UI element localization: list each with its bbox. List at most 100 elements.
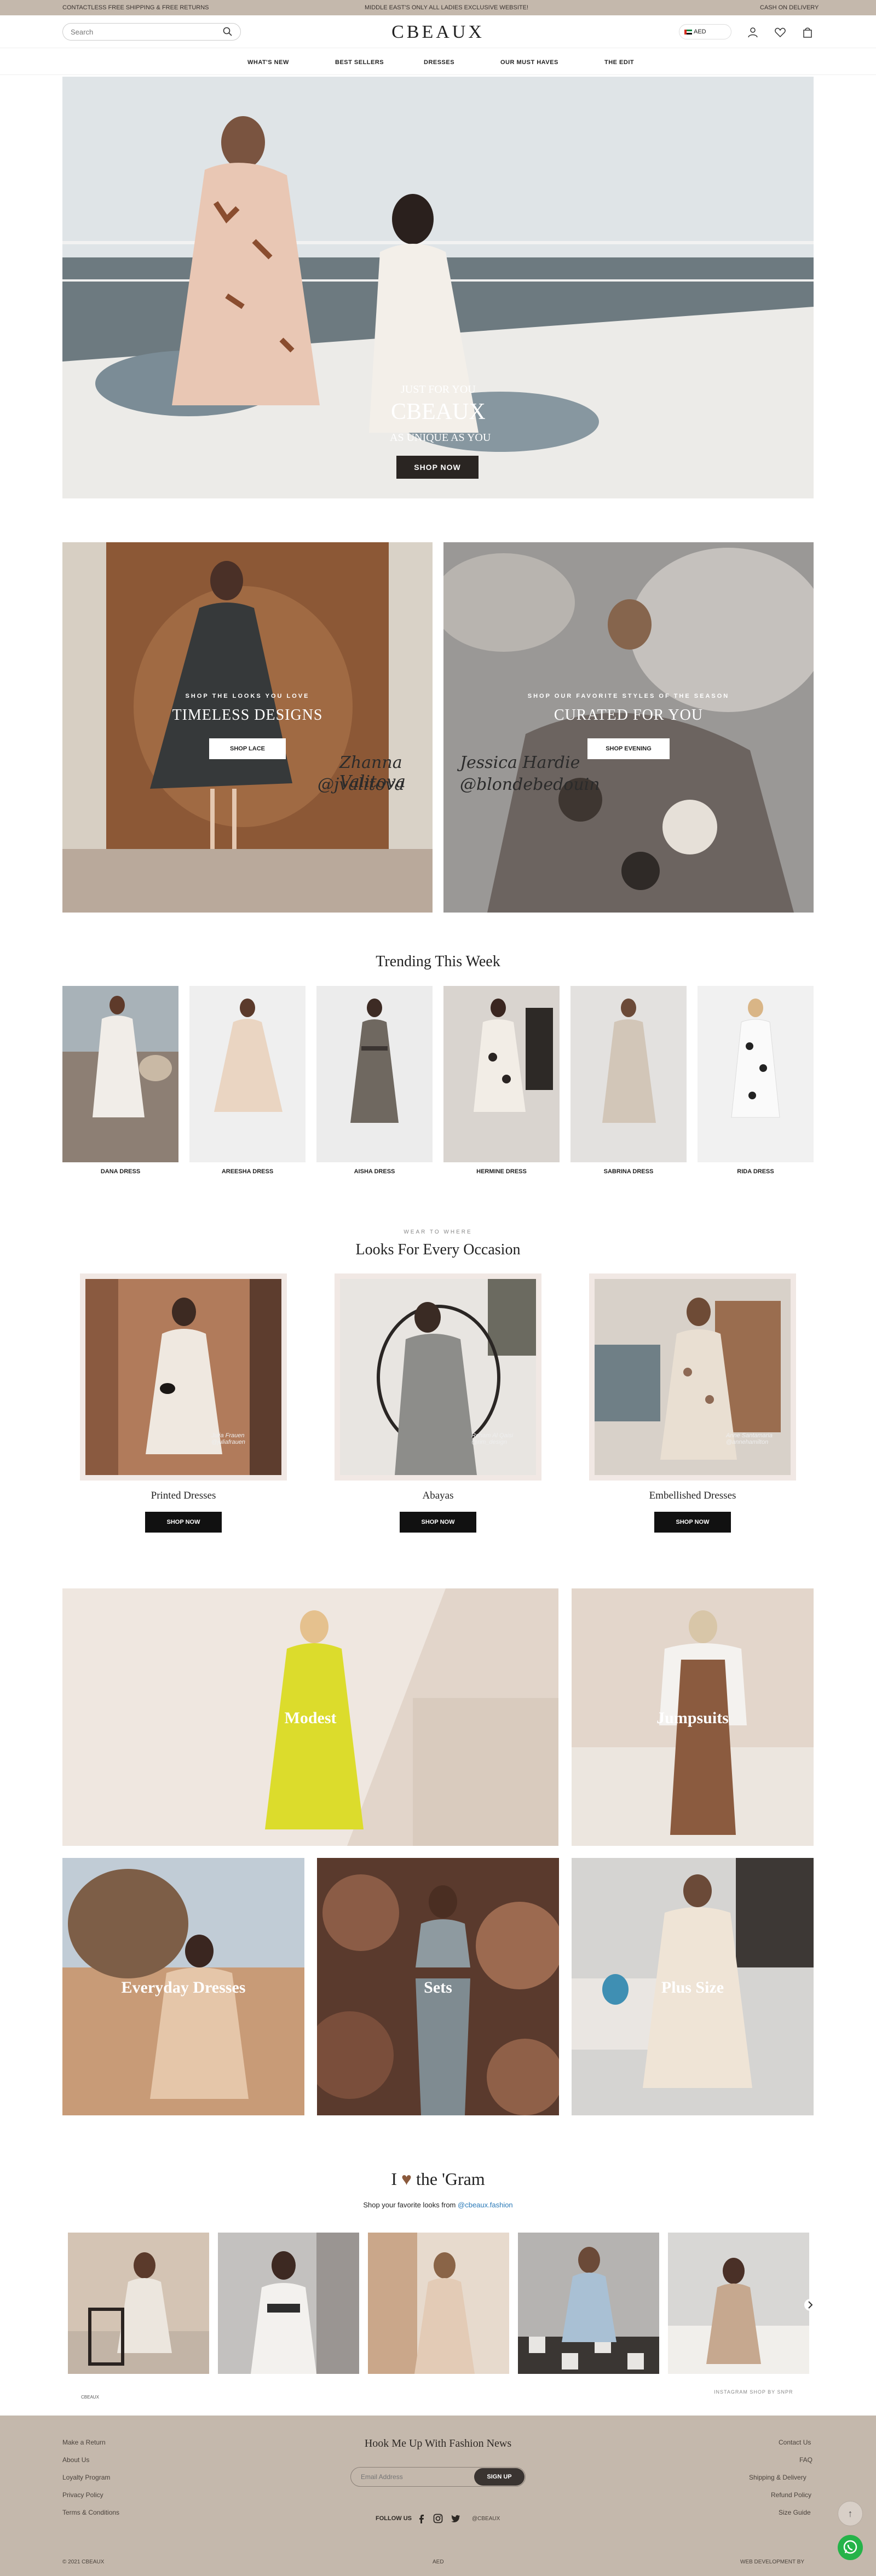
hero-banner[interactable]: JUST FOR YOU CBEAUX AS UNIQUE AS YOU SHO… [62, 77, 814, 498]
product-name[interactable]: HERMINE DRESS [443, 1168, 560, 1175]
product-image [189, 986, 306, 1162]
occasion-card-abayas[interactable]: Reham Al Qaisi @rim_design [335, 1273, 541, 1481]
footer-link-terms[interactable]: Terms & Conditions [62, 2509, 119, 2516]
whatsapp-icon [843, 2540, 857, 2554]
footer-link-privacy[interactable]: Privacy Policy [62, 2491, 103, 2499]
product-card-areesha[interactable] [189, 986, 306, 1162]
heart-icon: ♥ [401, 2169, 412, 2189]
promo-timeless-designs[interactable]: SHOP THE LOOKS YOU LOVE TIMELESS DESIGNS… [62, 542, 433, 913]
heart-icon[interactable] [774, 26, 786, 38]
category-label: Plus Size [661, 1978, 724, 1996]
category-label: Everyday Dresses [121, 1978, 246, 1996]
nav-dresses[interactable]: DRESSES [424, 59, 454, 66]
user-icon[interactable] [747, 26, 759, 38]
twitter-icon[interactable] [450, 2513, 461, 2524]
announcement-exclusive: MIDDLE EAST'S ONLY ALL LADIES EXCLUSIVE … [365, 4, 528, 11]
occasion-image [340, 1279, 536, 1475]
occasion-shop-button[interactable]: SHOP NOW [145, 1512, 222, 1533]
uae-flag-icon [684, 30, 692, 35]
search-input[interactable] [62, 23, 241, 41]
category-jumpsuits[interactable]: Jumpsuits [572, 1588, 814, 1846]
product-image [443, 986, 560, 1162]
promo-signature-name: Jessica Hardie [460, 753, 580, 772]
instagram-title: I ♥ the 'Gram [0, 2169, 876, 2189]
footer-link-loyalty[interactable]: Loyalty Program [62, 2474, 110, 2481]
bag-icon[interactable] [802, 26, 814, 38]
promo-signature-handle: @blondebedouin [460, 775, 600, 794]
site-logo[interactable]: CBEAUX [383, 22, 493, 43]
product-name[interactable]: RIDA DRESS [698, 1168, 814, 1175]
footer-currency-selector[interactable]: AED [433, 2559, 444, 2565]
shop-evening-button[interactable]: SHOP EVENING [587, 738, 670, 759]
instagram-post[interactable] [518, 2233, 659, 2374]
nav-divider [0, 74, 876, 75]
nav-the-edit[interactable]: THE EDIT [604, 59, 634, 66]
footer-handle[interactable]: @CBEAUX [472, 2516, 500, 2522]
occasion-card-printed[interactable]: Julia Frauen @juliafrauen [80, 1273, 287, 1481]
promo-kicker: SHOP THE LOOKS YOU LOVE [185, 693, 310, 699]
occasion-card-embellished[interactable]: Anne Santamaria @annehamilton [589, 1273, 796, 1481]
instagram-credit[interactable]: INSTAGRAM SHOP BY SNPR [714, 2389, 793, 2395]
chevron-right-icon[interactable] [804, 2298, 817, 2311]
occasion-title: Looks For Every Occasion [355, 1241, 521, 1258]
nav-whats-new[interactable]: WHAT'S NEW [247, 59, 289, 66]
newsletter-signup-button[interactable]: SIGN UP [474, 2468, 525, 2486]
product-card-rida[interactable] [698, 986, 814, 1162]
product-image [698, 986, 814, 1162]
occasion-name: Abayas [422, 1490, 454, 1501]
instagram-post[interactable] [68, 2233, 209, 2374]
product-card-sabrina[interactable] [570, 986, 687, 1162]
product-image [316, 986, 433, 1162]
nav-best-sellers[interactable]: BEST SELLERS [335, 59, 384, 66]
instagram-post[interactable] [218, 2233, 359, 2374]
instagram-handle-link[interactable]: @cbeaux.fashion [458, 2201, 513, 2209]
facebook-icon[interactable] [416, 2513, 427, 2524]
instagram-title-post: the 'Gram [416, 2169, 485, 2189]
instagram-post[interactable] [368, 2233, 509, 2374]
instagram-brand-mark: CBEAUX [81, 2395, 99, 2400]
instagram-subtitle-text: Shop your favorite looks from [363, 2201, 456, 2209]
promo-lace-image [62, 542, 433, 913]
instagram-image [668, 2233, 809, 2374]
trending-title: Trending This Week [376, 953, 500, 970]
product-name[interactable]: DANA DRESS [62, 1168, 178, 1175]
instagram-icon[interactable] [433, 2513, 443, 2524]
category-label: Jumpsuits [656, 1709, 729, 1727]
promo-title: TIMELESS DESIGNS [172, 707, 323, 724]
whatsapp-chat-button[interactable] [838, 2535, 863, 2560]
promo-curated-for-you[interactable]: SHOP OUR FAVORITE STYLES OF THE SEASON C… [443, 542, 814, 913]
product-image [570, 986, 687, 1162]
newsletter-title: Hook Me Up With Fashion News [364, 2437, 512, 2449]
search-icon[interactable] [222, 26, 233, 37]
promo-evening-image [443, 542, 814, 913]
category-label: Sets [424, 1978, 452, 1996]
shop-lace-button[interactable]: SHOP LACE [209, 738, 286, 759]
promo-signature-handle: @jvalitova [318, 775, 405, 794]
category-everyday-dresses[interactable]: Everyday Dresses [62, 1858, 304, 2115]
instagram-post[interactable] [668, 2233, 809, 2374]
scroll-to-top-button[interactable]: ↑ [838, 2501, 863, 2526]
product-name[interactable]: AISHA DRESS [316, 1168, 433, 1175]
occasion-shop-button[interactable]: SHOP NOW [654, 1512, 731, 1533]
product-card-aisha[interactable] [316, 986, 433, 1162]
product-name[interactable]: SABRINA DRESS [570, 1168, 687, 1175]
occasion-credit: Reham Al Qaisi @rim_design [471, 1432, 514, 1445]
promo-title: CURATED FOR YOU [554, 707, 704, 724]
hero-shop-now-button[interactable]: SHOP NOW [396, 456, 479, 479]
product-name[interactable]: AREESHA DRESS [189, 1168, 306, 1175]
occasion-shop-button[interactable]: SHOP NOW [400, 1512, 476, 1533]
instagram-image [368, 2233, 509, 2374]
category-sets[interactable]: Sets [317, 1858, 559, 2115]
site-footer: Make a Return About Us Loyalty Program P… [0, 2416, 876, 2576]
footer-link-about[interactable]: About Us [62, 2456, 89, 2464]
web-dev-credit[interactable]: WEB DEVELOPMENT BY [740, 2559, 804, 2565]
product-card-dana[interactable] [62, 986, 178, 1162]
product-card-hermine[interactable] [443, 986, 560, 1162]
footer-link-shipping[interactable]: Shipping & Delivery [749, 2474, 806, 2481]
footer-link-size-guide[interactable]: Size Guide [779, 2509, 811, 2516]
footer-link-refund[interactable]: Refund Policy [771, 2491, 811, 2499]
category-plus-size[interactable]: Plus Size [572, 1858, 814, 2115]
nav-must-haves[interactable]: OUR MUST HAVES [500, 59, 558, 66]
footer-link-faq[interactable]: FAQ [799, 2456, 812, 2464]
category-modest[interactable]: Modest [62, 1588, 558, 1846]
